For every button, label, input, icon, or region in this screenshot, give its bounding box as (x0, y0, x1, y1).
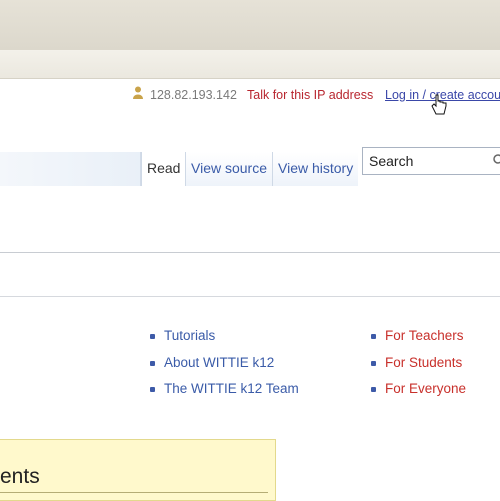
bullet-icon (150, 334, 155, 339)
content-divider (0, 296, 500, 297)
browser-bookmarks-strip (0, 50, 500, 79)
ip-address: 128.82.193.142 (150, 88, 237, 102)
bullet-icon (371, 387, 376, 392)
link-for-teachers[interactable]: For Teachers (385, 328, 464, 343)
tab-read[interactable]: Read (141, 152, 186, 186)
user-icon (133, 86, 143, 99)
link-for-students[interactable]: For Students (385, 355, 462, 370)
bullet-icon (150, 361, 155, 366)
tab-view-history[interactable]: View history (272, 152, 359, 186)
search-icon[interactable] (491, 153, 500, 167)
link-for-everyone[interactable]: For Everyone (385, 381, 466, 396)
browser-toolbar (0, 0, 500, 51)
link-about[interactable]: About WITTIE k12 (164, 355, 274, 370)
link-tutorials[interactable]: Tutorials (164, 328, 215, 343)
talk-link[interactable]: Talk for this IP address (247, 88, 373, 102)
personal-tools-bar: 128.82.193.142 Talk for this IP address … (0, 84, 500, 106)
tab-view-source[interactable]: View source (185, 152, 273, 186)
bullet-icon (371, 334, 376, 339)
search-input[interactable]: Search (362, 147, 500, 175)
highlight-box: ents (0, 439, 276, 501)
box-heading: ents (0, 465, 40, 488)
link-team[interactable]: The WITTIE k12 Team (164, 381, 299, 396)
heading-rule (0, 492, 268, 493)
hand-cursor-icon (431, 94, 447, 115)
bullet-icon (150, 387, 155, 392)
left-nav-tab-area (0, 152, 141, 186)
search-placeholder: Search (369, 153, 414, 169)
header-divider (0, 252, 500, 253)
bullet-icon (371, 361, 376, 366)
